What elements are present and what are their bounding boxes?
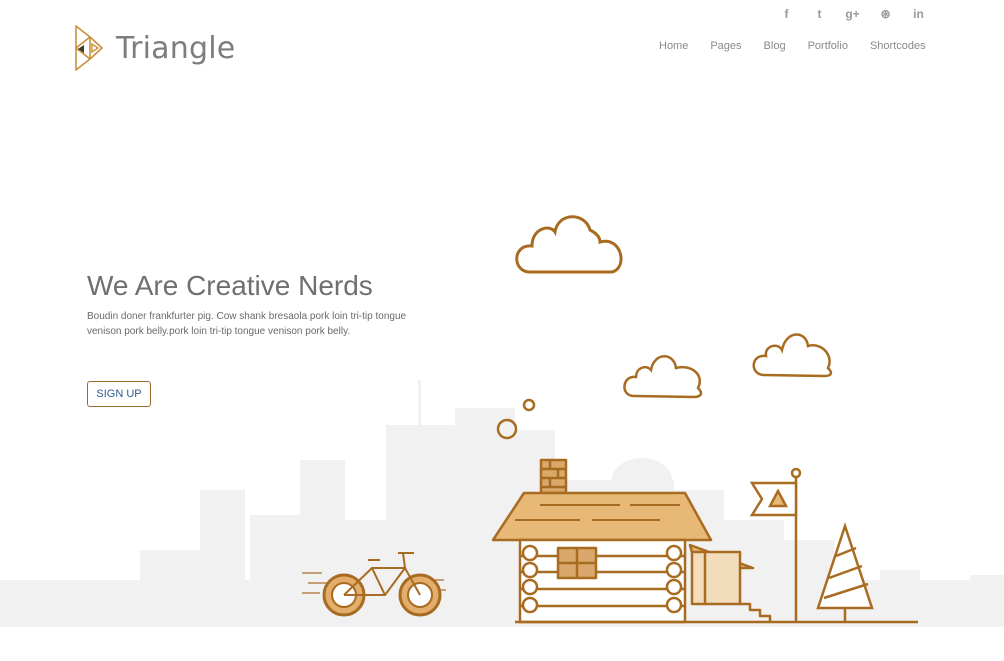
cloud-icon — [752, 333, 833, 378]
smoke-ring — [522, 398, 536, 412]
sign-up-button[interactable]: SIGN UP — [87, 381, 151, 407]
hero-description: Boudin doner frankfurter pig. Cow shank … — [87, 311, 407, 337]
hero-title: We Are Creative Nerds — [87, 270, 373, 301]
cloud-icon — [623, 355, 703, 399]
cloud-icon — [515, 215, 623, 274]
